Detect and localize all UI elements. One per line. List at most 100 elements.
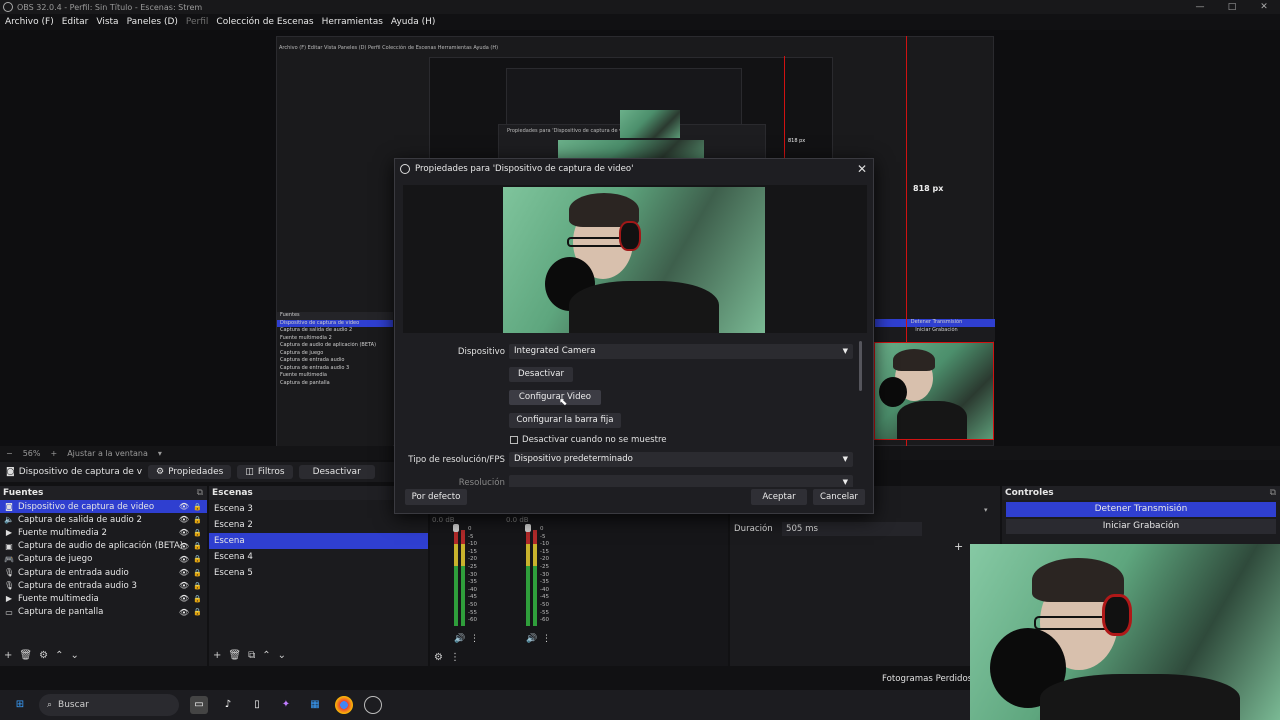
- scene-item[interactable]: Escena 5: [209, 565, 428, 581]
- taskbar-search[interactable]: ⌕ Buscar: [39, 694, 179, 716]
- menu-coleccion-escenas[interactable]: Colección de Escenas: [216, 17, 313, 27]
- dock-float-icon[interactable]: ⧉: [1270, 486, 1276, 500]
- device-select[interactable]: Integrated Camera ▼: [509, 344, 853, 359]
- add-source-icon[interactable]: +: [4, 650, 12, 661]
- trash-icon[interactable]: 🗑: [19, 650, 32, 661]
- chevron-down-icon[interactable]: ▾: [158, 449, 162, 458]
- properties-scrollbar[interactable]: [859, 341, 862, 391]
- chrome-icon[interactable]: [335, 696, 353, 714]
- eye-icon[interactable]: 👁: [179, 608, 189, 617]
- source-item[interactable]: ▣ Captura de audio de aplicación (BETA) 👁 🔒: [0, 540, 207, 553]
- lock-icon[interactable]: 🔒: [193, 555, 202, 563]
- selected-source-bbox[interactable]: [874, 342, 994, 440]
- eye-icon[interactable]: 👁: [179, 568, 189, 577]
- defaults-button[interactable]: Por defecto: [405, 489, 467, 505]
- eye-icon[interactable]: 👁: [179, 502, 189, 511]
- zoom-fit-select[interactable]: Ajustar a la ventana: [67, 449, 148, 458]
- copy-icon[interactable]: ⧉: [248, 650, 255, 661]
- duration-input[interactable]: 505 ms: [782, 522, 922, 536]
- store-icon[interactable]: ▦: [306, 696, 324, 714]
- maximize-button[interactable]: □: [1216, 0, 1248, 14]
- checkbox-box[interactable]: [510, 436, 518, 444]
- filters-button[interactable]: ◫ Filtros: [237, 465, 293, 479]
- lock-icon[interactable]: 🔒: [193, 516, 202, 524]
- scene-item[interactable]: Escena 4: [209, 549, 428, 565]
- lock-icon[interactable]: 🔒: [193, 569, 202, 577]
- trash-icon[interactable]: 🗑: [228, 650, 241, 661]
- close-button[interactable]: ✕: [1248, 0, 1280, 14]
- lock-icon[interactable]: 🔒: [193, 608, 202, 616]
- file-icon[interactable]: ▯: [248, 696, 266, 714]
- kebab-menu-icon[interactable]: ⋮: [470, 634, 479, 644]
- kebab-menu-icon[interactable]: ⋮: [542, 634, 551, 644]
- source-item[interactable]: 🔈 Captura de salida de audio 2 👁 🔒: [0, 513, 207, 526]
- scene-item[interactable]: Escena 2: [209, 517, 428, 533]
- cancel-button[interactable]: Cancelar: [813, 489, 865, 505]
- source-item[interactable]: 🎮 Captura de juego 👁 🔒: [0, 553, 207, 566]
- chevron-down-icon[interactable]: ▾: [984, 506, 988, 514]
- deactivate-device-button[interactable]: Desactivar: [509, 367, 573, 382]
- lock-icon[interactable]: 🔒: [193, 503, 202, 511]
- copilot-icon[interactable]: ✦: [277, 696, 295, 714]
- source-item[interactable]: ▶ Fuente multimedia 2 👁 🔒: [0, 526, 207, 539]
- deactivate-button[interactable]: Desactivar: [298, 465, 375, 479]
- hide-when-not-shown-checkbox[interactable]: Desactivar cuando no se muestre: [510, 435, 667, 445]
- source-item[interactable]: 🎙 Captura de entrada audio 3 👁 🔒: [0, 579, 207, 592]
- mixer-settings-icon[interactable]: ⚙: [434, 652, 443, 663]
- volume-icon[interactable]: 🔊: [526, 634, 537, 644]
- menu-ayuda[interactable]: Ayuda (H): [391, 17, 435, 27]
- move-down-icon[interactable]: ⌄: [70, 650, 78, 661]
- menu-perfil[interactable]: Perfil: [186, 17, 209, 27]
- move-up-icon[interactable]: ⌃: [55, 650, 63, 661]
- menu-editar[interactable]: Editar: [62, 17, 89, 27]
- volume-icon[interactable]: 🔊: [454, 634, 465, 644]
- configure-crossbar-button[interactable]: Configurar la barra fija: [509, 413, 621, 428]
- menu-archivo[interactable]: Archivo (F): [5, 17, 54, 27]
- menu-herramientas[interactable]: Herramientas: [322, 17, 383, 27]
- volume-slider-handle[interactable]: [525, 524, 531, 532]
- add-scene-icon[interactable]: +: [213, 650, 221, 661]
- properties-button[interactable]: ⚙ Propiedades: [148, 465, 232, 479]
- lock-icon[interactable]: 🔒: [193, 542, 202, 550]
- dock-float-icon[interactable]: ⧉: [197, 486, 203, 500]
- eye-icon[interactable]: 👁: [179, 515, 189, 524]
- eye-icon[interactable]: 👁: [179, 594, 189, 603]
- source-item[interactable]: ◙ Dispositivo de captura de video 👁 🔒: [0, 500, 207, 514]
- zoom-plus-icon[interactable]: +: [50, 449, 57, 458]
- menu-vista[interactable]: Vista: [96, 17, 118, 27]
- eye-icon[interactable]: 👁: [179, 581, 189, 590]
- resolution-type-select[interactable]: Dispositivo predeterminado ▼: [509, 452, 853, 467]
- gear-icon[interactable]: ⚙: [39, 650, 48, 661]
- minimize-button[interactable]: —: [1184, 0, 1216, 14]
- kebab-menu-icon[interactable]: ⋮: [450, 652, 460, 663]
- lock-icon[interactable]: 🔒: [193, 529, 202, 537]
- ok-button[interactable]: Aceptar: [751, 489, 807, 505]
- source-item[interactable]: ▶ Fuente multimedia 👁 🔒: [0, 592, 207, 605]
- obs-taskbar-icon[interactable]: [364, 696, 382, 714]
- menu-paneles[interactable]: Paneles (D): [127, 17, 178, 27]
- task-view-icon[interactable]: ▭: [190, 696, 208, 714]
- source-item[interactable]: ▭ Captura de pantalla 👁 🔒: [0, 606, 207, 619]
- scene-item-selected[interactable]: Escena: [209, 533, 428, 549]
- lock-icon[interactable]: 🔒: [193, 595, 202, 603]
- eye-icon[interactable]: 👁: [179, 528, 189, 537]
- configure-video-button[interactable]: Configurar Video: [509, 390, 601, 405]
- source-item[interactable]: 🎙 Captura de entrada audio 👁 🔒: [0, 566, 207, 579]
- windows-start-icon[interactable]: ⊞: [11, 696, 29, 714]
- volume-slider-handle[interactable]: [453, 524, 459, 532]
- close-icon[interactable]: ✕: [857, 159, 867, 179]
- stop-stream-button[interactable]: Detener Transmisión: [1006, 502, 1276, 517]
- start-recording-button[interactable]: Iniciar Grabación: [1006, 519, 1276, 534]
- zoom-minus-icon[interactable]: −: [6, 449, 13, 458]
- eye-icon[interactable]: 👁: [179, 555, 189, 564]
- meter-tick: -20: [468, 556, 477, 563]
- resolution-select[interactable]: ▼: [509, 475, 853, 487]
- move-up-icon[interactable]: ⌃: [262, 650, 270, 661]
- scenes-title-text: Escenas: [212, 488, 253, 498]
- eye-icon[interactable]: 👁: [179, 542, 189, 551]
- move-down-icon[interactable]: ⌄: [278, 650, 286, 661]
- tiktok-icon[interactable]: ♪: [219, 696, 237, 714]
- gear-icon: ⚙: [156, 467, 165, 477]
- lock-icon[interactable]: 🔒: [193, 582, 202, 590]
- add-transition-icon[interactable]: +: [954, 540, 963, 553]
